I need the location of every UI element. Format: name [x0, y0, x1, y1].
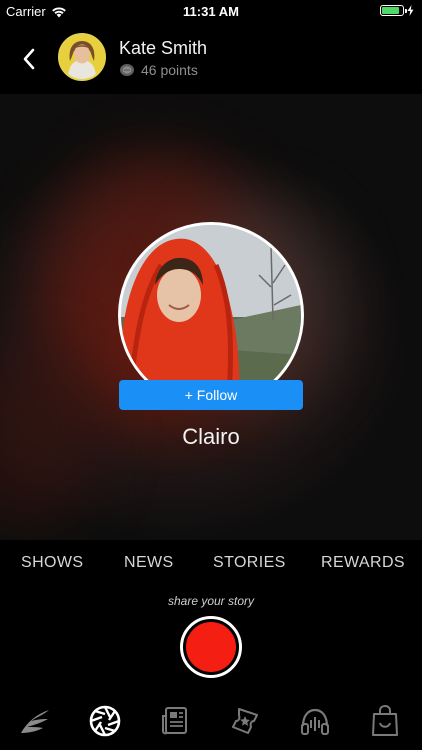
- status-bar: Carrier 11:31 AM: [0, 0, 422, 22]
- section-tabs: SHOWS NEWS STORIES REWARDS: [0, 554, 422, 578]
- nav-news[interactable]: [158, 704, 192, 738]
- bottom-nav: [0, 696, 422, 750]
- nav-home[interactable]: [18, 704, 52, 738]
- clock: 11:31 AM: [183, 4, 239, 19]
- headphones-icon: [301, 708, 329, 735]
- nav-rewards[interactable]: [368, 704, 402, 738]
- record-button[interactable]: [180, 616, 242, 678]
- ticket-star-icon: [232, 708, 258, 734]
- record-icon: [186, 622, 236, 672]
- nav-shows[interactable]: [88, 704, 122, 738]
- battery-fill: [382, 7, 399, 14]
- points-label: 46 points: [141, 62, 198, 78]
- follow-button[interactable]: + Follow: [119, 380, 303, 410]
- share-story-caption: share your story: [167, 594, 255, 608]
- tab-stories[interactable]: STORIES: [213, 554, 286, 572]
- user-avatar[interactable]: [58, 33, 106, 81]
- tab-rewards[interactable]: REWARDS: [321, 554, 405, 572]
- camera-aperture-icon: [89, 705, 121, 737]
- tab-shows[interactable]: SHOWS: [21, 554, 83, 572]
- battery-icon: [380, 5, 407, 16]
- shopping-bag-icon: [372, 705, 398, 736]
- back-button[interactable]: [14, 44, 44, 74]
- newspaper-icon: [162, 707, 187, 735]
- nav-music[interactable]: [298, 704, 332, 738]
- battery-indicator: [380, 5, 414, 16]
- artist-hero: + Follow Clairo: [0, 94, 422, 540]
- feather-wings-icon: [21, 710, 49, 733]
- nav-stories[interactable]: [228, 704, 262, 738]
- user-name: Kate Smith: [119, 38, 208, 58]
- profile-header: Kate Smith 46 points: [0, 22, 422, 94]
- points-row: 46 points: [119, 62, 198, 78]
- artist-name: Clairo: [182, 424, 240, 449]
- chevron-left-icon: [23, 48, 35, 70]
- artist-photo: [121, 225, 301, 405]
- coin-icon: [120, 64, 134, 76]
- user-avatar-image: [60, 35, 104, 79]
- tab-news[interactable]: NEWS: [124, 554, 174, 572]
- charging-bolt-icon: [407, 5, 414, 16]
